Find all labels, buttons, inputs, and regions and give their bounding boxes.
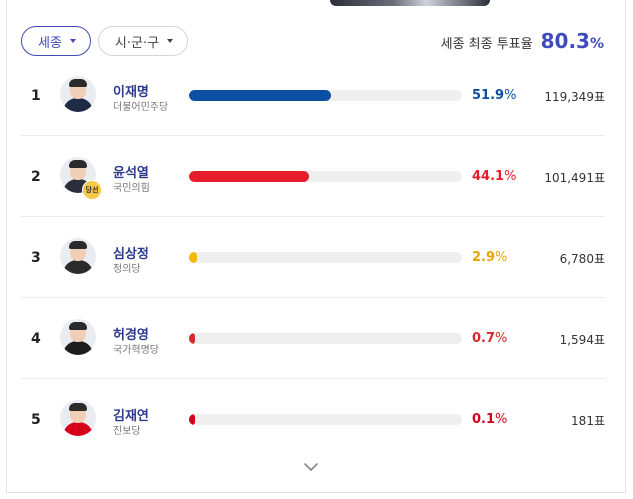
- vote-share-bar-fill: [189, 171, 310, 182]
- candidate-rank: 1: [31, 88, 41, 104]
- elected-badge: 당선: [82, 180, 102, 200]
- vote-share-unit: %: [495, 250, 508, 265]
- caret-down-icon: [69, 39, 76, 43]
- region-dropdown[interactable]: 세종: [21, 26, 91, 56]
- vote-share: 0.1%: [472, 412, 507, 427]
- vote-share-bar: [189, 171, 462, 182]
- vote-share: 51.9%: [472, 88, 516, 103]
- candidate-row[interactable]: 1 이재명 더불어민주당 51.9% 119,349표: [21, 55, 605, 136]
- vote-count: 101,491표: [544, 171, 605, 185]
- district-dropdown-label: 시·군·구: [114, 35, 160, 51]
- vote-share-bar-fill: [189, 252, 197, 263]
- candidate-list: 1 이재명 더불어민주당 51.9% 119,349표 2 당선 윤석열 국민의…: [21, 55, 605, 460]
- candidate-party: 국민의힘: [113, 183, 150, 194]
- vote-share-unit: %: [495, 331, 508, 346]
- turnout-label: 세종 최종 투표율: [440, 37, 533, 52]
- vote-share: 2.9%: [472, 250, 507, 265]
- vote-share-value: 0.7: [472, 331, 496, 346]
- photo-hair: [69, 403, 87, 411]
- vote-share-bar-fill: [189, 90, 331, 101]
- vote-share-value: 44.1: [472, 169, 505, 184]
- candidate-photo: [60, 238, 96, 274]
- photo-hair: [69, 79, 87, 87]
- candidate-photo: [60, 319, 96, 355]
- caret-down-icon: [167, 39, 174, 43]
- vote-count: 6,780표: [559, 252, 605, 266]
- turnout-unit: %: [589, 36, 604, 52]
- vote-share-value: 51.9: [472, 88, 505, 103]
- candidate-party: 정의당: [113, 264, 141, 275]
- vote-share-bar-fill: [189, 414, 195, 425]
- photo-hair: [69, 322, 87, 330]
- candidate-party: 더불어민주당: [113, 102, 169, 113]
- vote-share: 0.7%: [472, 331, 507, 346]
- photo-hair: [69, 160, 87, 168]
- photo-body: [63, 422, 93, 436]
- photo-body: [63, 260, 93, 274]
- vote-share-value: 0.1: [472, 412, 496, 427]
- candidate-rank: 4: [31, 331, 41, 347]
- candidate-party: 진보당: [113, 426, 141, 437]
- vote-count: 181표: [571, 414, 605, 428]
- region-dropdown-label: 세종: [38, 35, 62, 51]
- candidate-party: 국가혁명당: [113, 345, 159, 356]
- vote-share-bar-fill: [189, 333, 195, 344]
- candidate-rank: 2: [31, 169, 41, 185]
- photo-body: [63, 98, 93, 112]
- candidate-row[interactable]: 5 김재연 진보당 0.1% 181표: [21, 379, 605, 460]
- candidate-rank: 3: [31, 250, 41, 266]
- vote-share-bar: [189, 90, 462, 101]
- candidate-row[interactable]: 4 허경영 국가혁명당 0.7% 1,594표: [21, 298, 605, 379]
- chevron-down-icon[interactable]: [303, 459, 319, 475]
- district-dropdown[interactable]: 시·군·구: [97, 26, 189, 56]
- vote-count: 1,594표: [559, 333, 605, 347]
- vote-share-bar: [189, 333, 462, 344]
- vote-share-unit: %: [504, 88, 517, 103]
- banner-image-edge: [330, 0, 490, 6]
- photo-body: [63, 341, 93, 355]
- candidate-row[interactable]: 2 당선 윤석열 국민의힘 44.1% 101,491표: [21, 136, 605, 217]
- vote-share-unit: %: [495, 412, 508, 427]
- candidate-photo: [60, 400, 96, 436]
- vote-share-bar: [189, 252, 462, 263]
- vote-share-unit: %: [504, 169, 517, 184]
- turnout-summary: 세종 최종 투표율 80.3%: [441, 29, 604, 53]
- vote-count: 119,349표: [544, 90, 605, 104]
- vote-share-bar: [189, 414, 462, 425]
- vote-share: 44.1%: [472, 169, 516, 184]
- candidate-rank: 5: [31, 412, 41, 428]
- candidate-row[interactable]: 3 심상정 정의당 2.9% 6,780표: [21, 217, 605, 298]
- vote-share-value: 2.9: [472, 250, 496, 265]
- turnout-value: 80.3: [540, 29, 590, 53]
- candidate-photo: [60, 76, 96, 112]
- photo-hair: [69, 241, 87, 249]
- filter-bar: 세종 시·군·구: [21, 26, 189, 56]
